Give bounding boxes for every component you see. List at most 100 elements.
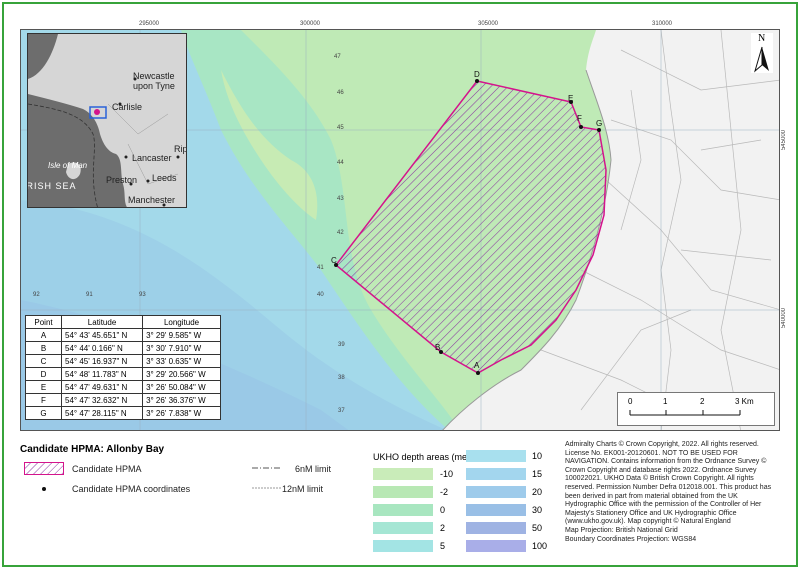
coordinate-point-icon bbox=[42, 487, 46, 491]
depth-swatch bbox=[373, 504, 433, 516]
table-cell: 54° 47' 49.631" N bbox=[60, 380, 144, 394]
depth-swatch bbox=[466, 540, 526, 552]
inset-label-isle-of-man: Isle of Man bbox=[48, 161, 88, 170]
boundary-projection-note: Boundary Coordinates Projection: WGS84 bbox=[565, 535, 697, 543]
table-cell: 3° 33' 0.635" W bbox=[142, 354, 221, 368]
table-cell: 54° 48' 11.783" N bbox=[60, 367, 144, 381]
hpma-legend-swatch bbox=[24, 462, 64, 475]
inset-label-manchester: Manchester bbox=[128, 195, 176, 205]
depth-sounding: 41 bbox=[317, 265, 324, 271]
table-header: Point bbox=[25, 315, 62, 329]
inset-label-newcastle: Newcastle upon Tyne bbox=[133, 71, 175, 91]
depth-sounding: 91 bbox=[86, 292, 93, 298]
table-cell: 3° 29' 9.585" W bbox=[142, 328, 221, 342]
table-header: Latitude bbox=[60, 315, 144, 329]
inset-label-carlisle: Carlisle bbox=[112, 102, 143, 112]
depth-sounding: 47 bbox=[334, 54, 341, 60]
table-cell: D bbox=[25, 367, 62, 381]
copyright-text: Admiralty Charts © Crown Copyright, 2022… bbox=[565, 441, 780, 544]
depth-sounding: 46 bbox=[337, 90, 344, 96]
depth-label: 20 bbox=[532, 487, 543, 497]
table-cell: 54° 47' 28.115" N bbox=[60, 406, 144, 420]
table-cell: 3° 26' 50.084" W bbox=[142, 380, 221, 394]
table-cell: B bbox=[25, 341, 62, 355]
point-label-g: G bbox=[596, 119, 603, 128]
depth-sounding: 42 bbox=[337, 230, 344, 236]
depth-swatch bbox=[373, 468, 433, 480]
legend-coordinates-label: Candidate HPMA coordinates bbox=[72, 484, 191, 494]
inset-label-irish-sea: IRISH SEA bbox=[27, 181, 77, 191]
table-cell: C bbox=[25, 354, 62, 368]
depth-swatch bbox=[466, 468, 526, 480]
table-cell: 3° 26' 7.838" W bbox=[142, 406, 221, 420]
table-row: G 54° 47' 28.115" N 3° 26' 7.838" W bbox=[25, 406, 221, 420]
coordinates-table: Point Latitude Longitude A 54° 43' 45.651… bbox=[25, 315, 221, 420]
copyright-paragraph: Admiralty Charts © Crown Copyright, 2022… bbox=[565, 441, 772, 526]
table-cell: G bbox=[25, 406, 62, 420]
table-header-row: Point Latitude Longitude bbox=[25, 315, 221, 329]
legend-title: Candidate HPMA: Allonby Bay bbox=[20, 444, 165, 455]
depth-swatch bbox=[373, 540, 433, 552]
point-label-f: F bbox=[577, 114, 582, 123]
table-cell: 3° 30' 7.910" W bbox=[142, 341, 221, 355]
inset-label-rip: Rip bbox=[174, 144, 187, 154]
table-cell: F bbox=[25, 393, 62, 407]
table-row: D 54° 48' 11.783" N 3° 29' 20.566" W bbox=[25, 367, 221, 381]
table-header: Longitude bbox=[142, 315, 221, 329]
grid-label-right: 540000 bbox=[781, 308, 787, 329]
depth-label: 50 bbox=[532, 523, 543, 533]
point-label-a: A bbox=[474, 361, 480, 370]
depth-label: -2 bbox=[440, 487, 449, 497]
table-row: B 54° 44' 0.166" N 3° 30' 7.910" W bbox=[25, 341, 221, 355]
table-cell: 3° 29' 20.566" W bbox=[142, 367, 221, 381]
depth-sounding: 93 bbox=[139, 292, 146, 298]
depth-sounding: 40 bbox=[317, 292, 324, 298]
table-cell: A bbox=[25, 328, 62, 342]
table-cell: 54° 45' 16.937" N bbox=[60, 354, 144, 368]
depth-sounding: 92 bbox=[33, 292, 40, 298]
depth-swatch bbox=[466, 504, 526, 516]
table-cell: E bbox=[25, 380, 62, 394]
grid-label-top: 305000 bbox=[478, 21, 499, 27]
depth-label: 10 bbox=[532, 451, 543, 461]
depth-label: 5 bbox=[440, 541, 446, 551]
depth-sounding: 37 bbox=[338, 408, 345, 414]
table-row: E 54° 47' 49.631" N 3° 26' 50.084" W bbox=[25, 380, 221, 394]
grid-label-top: 310000 bbox=[652, 21, 673, 27]
scale-bar-graphic bbox=[629, 410, 741, 416]
depth-swatch bbox=[373, 522, 433, 534]
depth-swatch bbox=[373, 486, 433, 498]
table-cell: 54° 44' 0.166" N bbox=[60, 341, 144, 355]
depth-sounding: 45 bbox=[337, 125, 344, 131]
limit-6nm-line bbox=[252, 467, 282, 469]
depth-sounding: 38 bbox=[338, 375, 345, 381]
table-row: A 54° 43' 45.651" N 3° 29' 9.585" W bbox=[25, 328, 221, 342]
inset-label-lancaster: Lancaster bbox=[132, 153, 172, 163]
scale-bar: 0 1 2 3 Km bbox=[617, 392, 775, 426]
projection-note: Map Projection: British National Grid bbox=[565, 526, 678, 534]
grid-label-top: 300000 bbox=[300, 21, 321, 27]
inset-label-preston: Preston bbox=[106, 175, 138, 185]
depth-sounding: 39 bbox=[338, 342, 345, 348]
inset-locator-map[interactable]: Newcastle upon Tyne Carlisle Isle of Man… bbox=[27, 33, 187, 208]
table-row: C 54° 45' 16.937" N 3° 33' 0.635" W bbox=[25, 354, 221, 368]
point-label-c: C bbox=[331, 256, 337, 265]
inset-hpma-marker bbox=[94, 109, 100, 115]
table-cell: 3° 26' 36.376" W bbox=[142, 393, 221, 407]
legend-6nm-label: 6nM limit bbox=[295, 464, 332, 474]
depth-label: 30 bbox=[532, 505, 543, 515]
table-row: F 54° 47' 32.632" N 3° 26' 36.376" W bbox=[25, 393, 221, 407]
depth-sounding: 43 bbox=[337, 196, 344, 202]
inset-label-leeds: Leeds bbox=[152, 173, 177, 183]
table-cell: 54° 47' 32.632" N bbox=[60, 393, 144, 407]
legend-hpma-label: Candidate HPMA bbox=[72, 464, 142, 474]
north-arrow-icon bbox=[754, 46, 769, 73]
depth-label: 100 bbox=[532, 541, 548, 551]
depth-label: 2 bbox=[440, 523, 446, 533]
table-cell: 54° 43' 45.651" N bbox=[60, 328, 144, 342]
limit-12nm-line bbox=[252, 487, 282, 489]
depth-swatch bbox=[466, 522, 526, 534]
depth-sounding: 44 bbox=[337, 160, 344, 166]
north-arrow: N bbox=[751, 33, 773, 73]
grid-label-top: 295000 bbox=[139, 21, 160, 27]
